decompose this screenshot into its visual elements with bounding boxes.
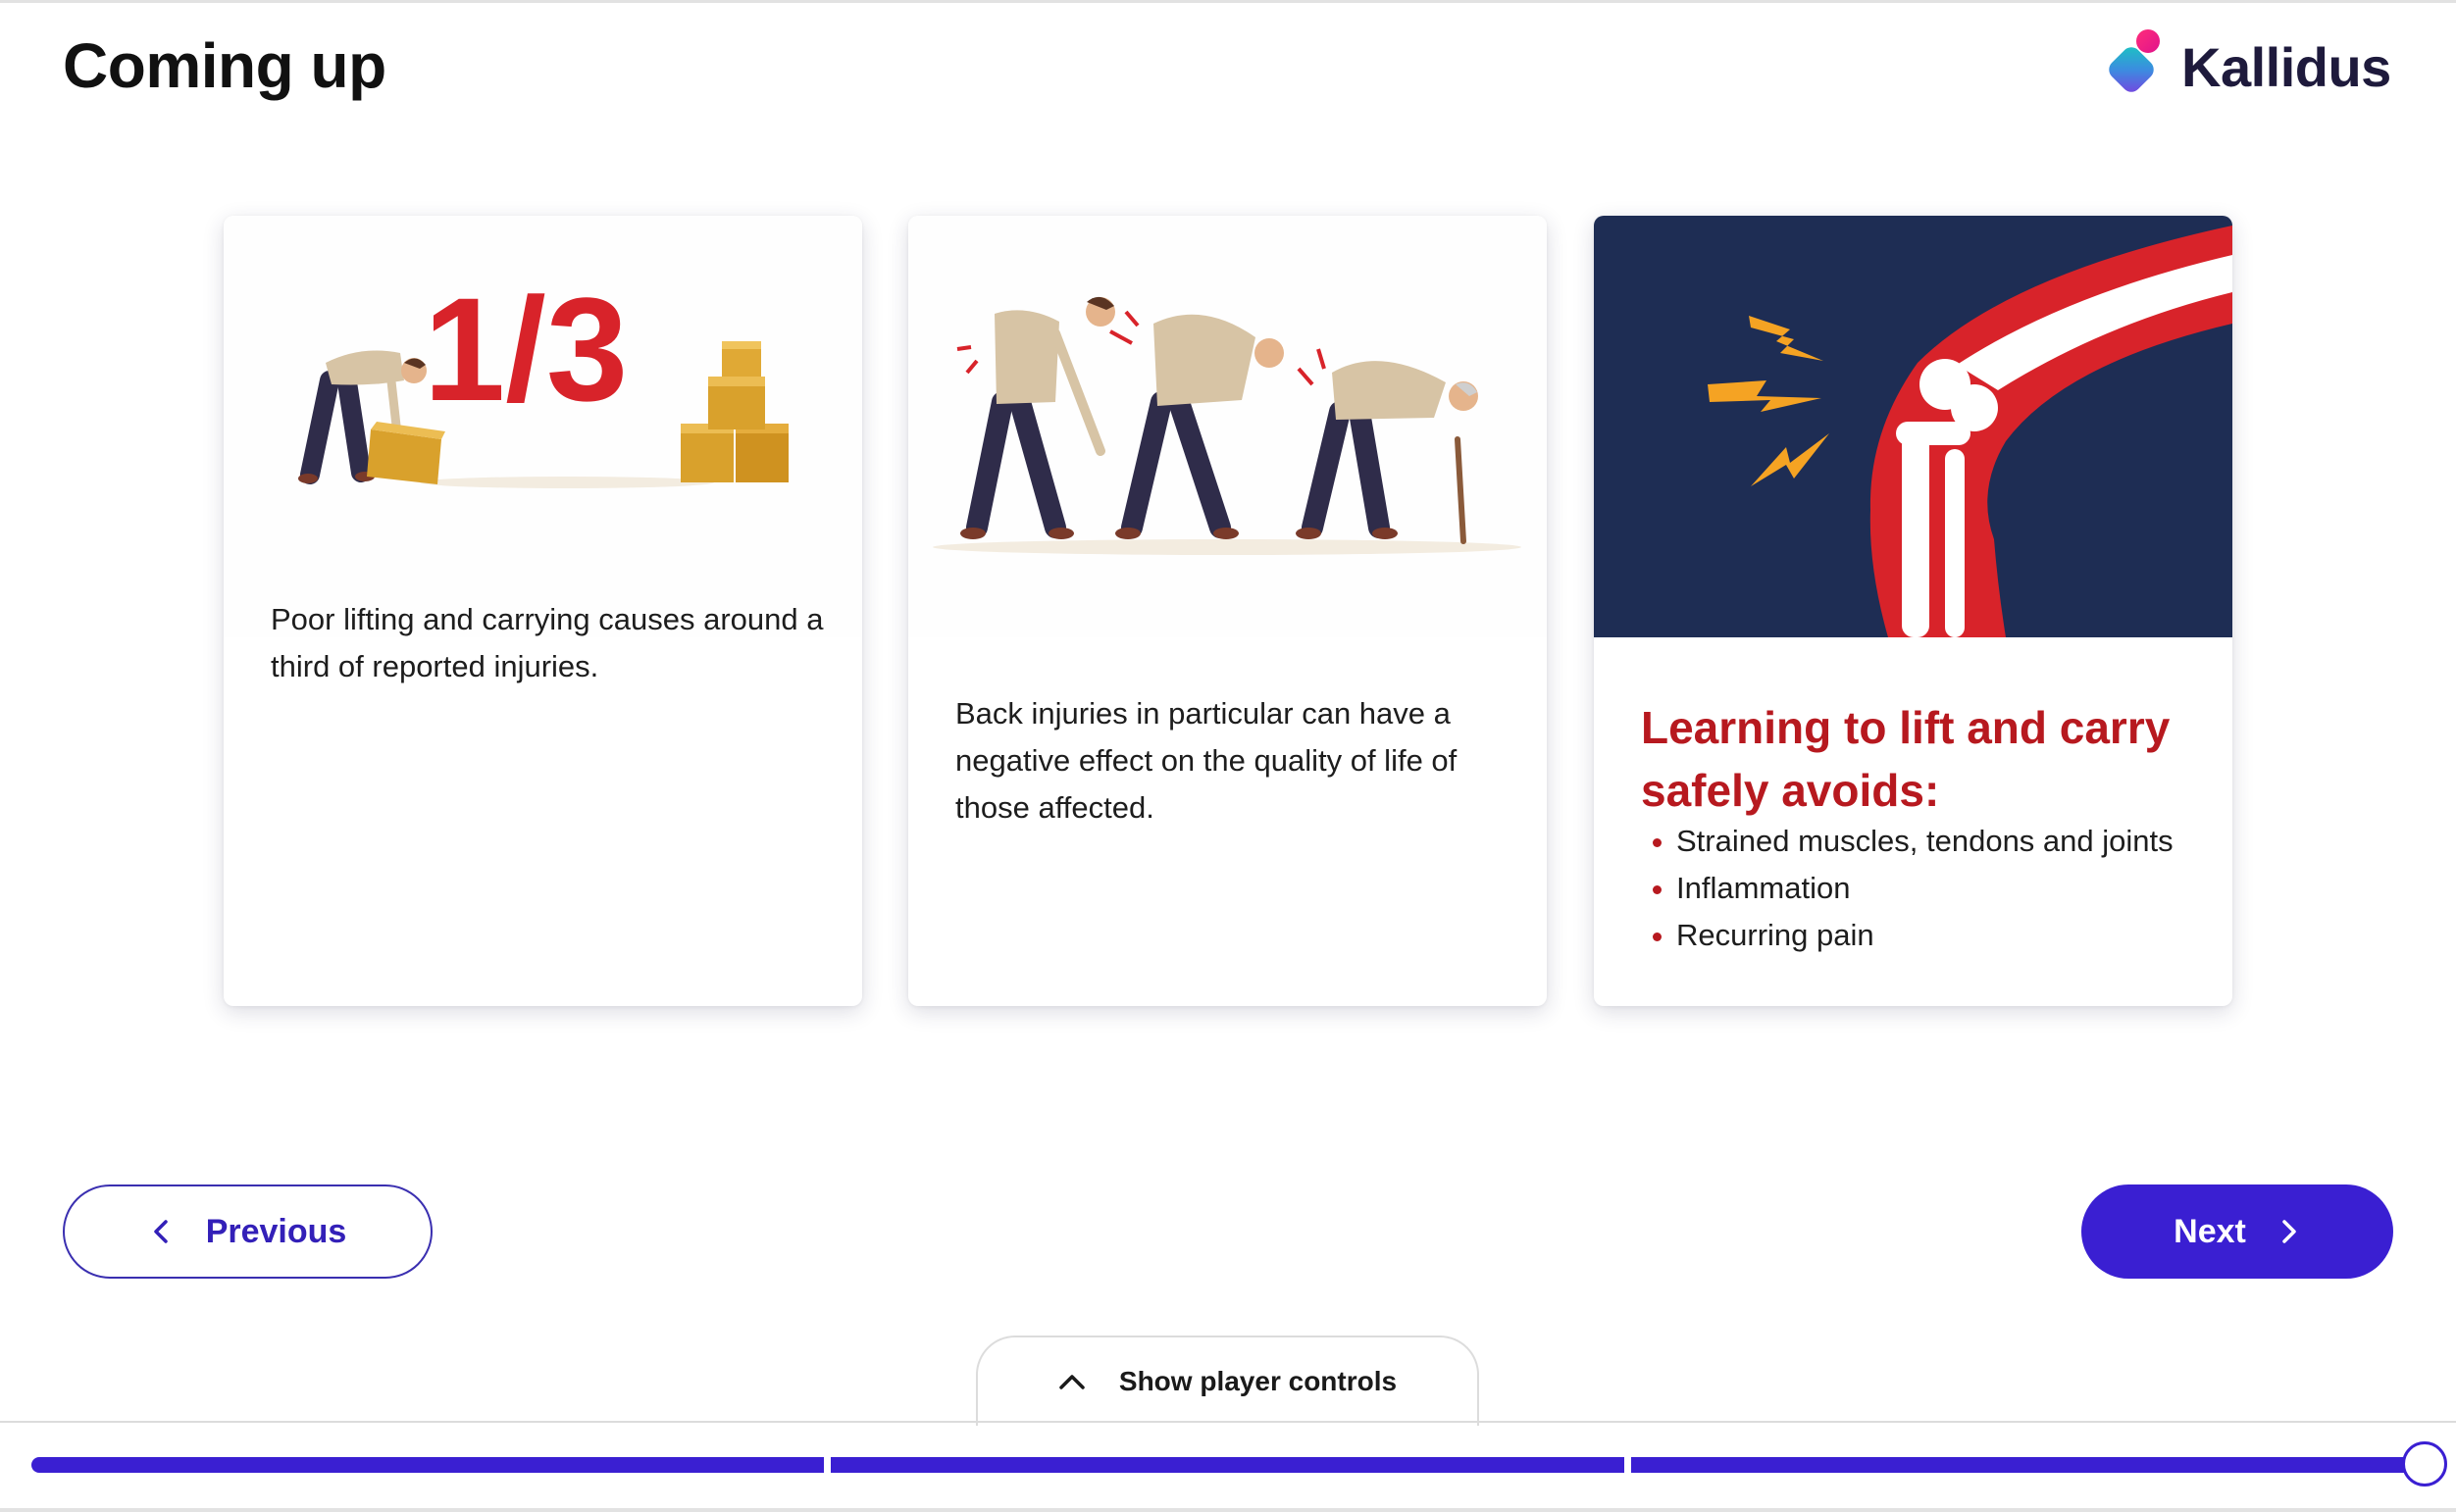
progress-segment [1631,1457,2425,1473]
list-item-text: Strained muscles, tendons and joints [1676,824,2174,858]
knee-joint-pain-illustration [1594,216,2232,637]
one-third-text: 1/3 [424,267,629,431]
info-card-injuries: 1/3 Poor lifting and carrying causes aro… [224,216,862,1006]
bullet-dot-icon [1653,838,1662,847]
card-heading: Learning to lift and carry safely avoids… [1641,702,2171,816]
previous-label: Previous [205,1212,347,1250]
next-button[interactable]: Next [2081,1184,2393,1279]
top-border [0,0,2456,3]
list-item-text: Inflammation [1676,871,1851,905]
list-item: Strained muscles, tendons and joints [1641,818,2174,865]
avoids-list: Strained muscles, tendons and joints Inf… [1641,818,2174,959]
card-text: Back injuries in particular can have a n… [955,696,1458,825]
progress-segment [31,1457,824,1473]
info-card-safe-lifting: Learning to lift and carry safely avoids… [1594,216,2232,1006]
back-pain-illustration [908,216,1547,637]
kallidus-logo-icon [2109,29,2160,92]
lifting-boxes-illustration: 1/3 [224,216,862,637]
chevron-right-icon [2282,1220,2296,1243]
chevron-up-icon [1059,1375,1085,1389]
info-card-back-injuries: Back injuries in particular can have a n… [908,216,1547,1006]
previous-button[interactable]: Previous [63,1184,433,1279]
card-text: Poor lifting and carrying causes around … [271,602,824,683]
list-item-text: Recurring pain [1676,918,1874,952]
list-item: Recurring pain [1641,912,2174,959]
page-title: Coming up [63,30,386,101]
progress-scrubber-handle[interactable] [2402,1441,2447,1487]
progress-bar[interactable] [31,1457,2425,1473]
bullet-dot-icon [1653,932,1662,941]
player-controls-label: Show player controls [1118,1366,1398,1396]
player-bar-divider [0,1421,2456,1423]
show-player-controls-button[interactable]: Show player controls [976,1336,1479,1426]
bottom-border [0,1508,2456,1512]
chevron-left-icon [153,1220,168,1243]
kallidus-logo: Kallidus [2107,25,2391,108]
logo-text: Kallidus [2181,35,2391,98]
bullet-dot-icon [1653,885,1662,894]
progress-segment [831,1457,1624,1473]
list-item: Inflammation [1641,865,2174,912]
next-label: Next [2174,1212,2246,1250]
